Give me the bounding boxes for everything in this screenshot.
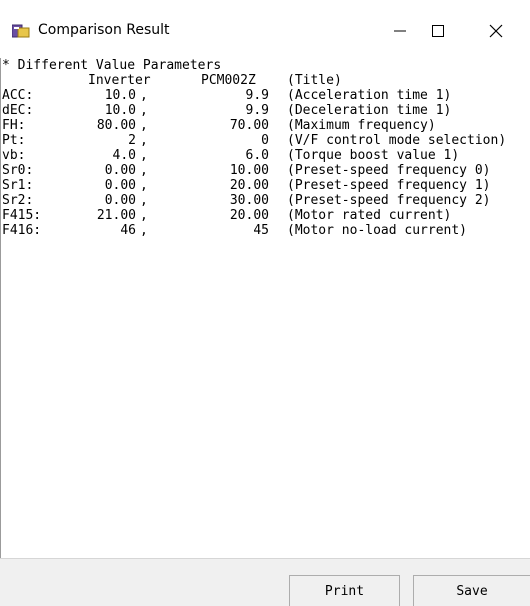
parameter-name: Pt: bbox=[2, 133, 26, 148]
parameter-row: FH: 80.00, 70.00 (Maximum frequency) bbox=[1, 118, 530, 133]
value-separator: , bbox=[140, 148, 148, 163]
parameter-name: ACC: bbox=[2, 88, 34, 103]
parameter-description: (Motor rated current) bbox=[287, 208, 452, 223]
value-separator: , bbox=[140, 103, 148, 118]
value-separator: , bbox=[140, 133, 148, 148]
pcm-value: 6.0 bbox=[245, 148, 269, 163]
pcm-value: 9.9 bbox=[245, 103, 269, 118]
inverter-value: 2 bbox=[128, 133, 136, 148]
result-heading-row: * Different Value Parameters bbox=[1, 58, 530, 73]
pcm-value: 20.00 bbox=[229, 208, 269, 223]
parameter-name: Sr1: bbox=[2, 178, 34, 193]
parameter-row: Sr2: 0.00, 30.00 (Preset-speed frequency 2) bbox=[1, 193, 530, 208]
inverter-value: 21.00 bbox=[96, 208, 136, 223]
parameter-description: (Preset-speed frequency 0) bbox=[287, 163, 491, 178]
inverter-value: 0.00 bbox=[104, 193, 136, 208]
column-header-title: (Title) bbox=[287, 73, 342, 88]
result-heading: * Different Value Parameters bbox=[2, 58, 222, 73]
parameter-name: vb: bbox=[2, 148, 26, 163]
parameter-row: F416: 46, 45 (Motor no-load current) bbox=[1, 223, 530, 238]
parameter-row: Sr0: 0.00, 10.00 (Preset-speed frequency 0) bbox=[1, 163, 530, 178]
value-separator: , bbox=[140, 118, 148, 133]
parameter-name: Sr0: bbox=[2, 163, 34, 178]
parameter-description: (Motor no-load current) bbox=[287, 223, 468, 238]
value-separator: , bbox=[140, 88, 148, 103]
window-title: Comparison Result bbox=[38, 22, 170, 38]
parameter-description: (Acceleration time 1) bbox=[287, 88, 452, 103]
parameter-description: (Preset-speed frequency 2) bbox=[287, 193, 491, 208]
minimize-icon bbox=[394, 30, 406, 32]
parameter-row: Sr1: 0.00, 20.00 (Preset-speed frequency 1) bbox=[1, 178, 530, 193]
close-button[interactable] bbox=[462, 14, 530, 48]
pcm-value: 30.00 bbox=[229, 193, 269, 208]
parameter-row: vb: 4.0, 6.0 (Torque boost value 1) bbox=[1, 148, 530, 163]
comparison-result-window: Comparison Result * Different Value Para… bbox=[0, 0, 530, 606]
value-separator: , bbox=[140, 223, 148, 238]
parameter-description: (Deceleration time 1) bbox=[287, 103, 452, 118]
pcm-value: 20.00 bbox=[229, 178, 269, 193]
close-icon bbox=[489, 24, 503, 38]
pcm-value: 10.00 bbox=[229, 163, 269, 178]
inverter-value: 4.0 bbox=[112, 148, 136, 163]
value-separator: , bbox=[140, 163, 148, 178]
pcm-value: 0 bbox=[261, 133, 269, 148]
value-separator: , bbox=[140, 193, 148, 208]
column-header-inverter: Inverter bbox=[88, 73, 151, 88]
parameter-name: FH: bbox=[2, 118, 26, 133]
column-header-pcm: PCM002Z bbox=[201, 73, 256, 88]
parameter-description: (Maximum frequency) bbox=[287, 118, 436, 133]
print-button[interactable]: Print bbox=[289, 575, 400, 606]
parameter-description: (V/F control mode selection) bbox=[287, 133, 507, 148]
inverter-value: 80.00 bbox=[96, 118, 136, 133]
parameter-name: F416: bbox=[2, 223, 42, 238]
column-header-row: Inverter PCM002Z (Title) bbox=[1, 73, 530, 88]
parameter-name: Sr2: bbox=[2, 193, 34, 208]
parameter-row: Pt: 2, 0 (V/F control mode selection) bbox=[1, 133, 530, 148]
inverter-value: 10.0 bbox=[104, 103, 136, 118]
inverter-value: 46 bbox=[120, 223, 136, 238]
comparison-result-text[interactable]: * Different Value Parameters Inverter PC… bbox=[0, 58, 530, 558]
parameter-name: dEC: bbox=[2, 103, 34, 118]
parameter-name: F415: bbox=[2, 208, 42, 223]
footer-bar: Print Save bbox=[0, 558, 530, 606]
title-bar[interactable]: Comparison Result bbox=[0, 0, 530, 58]
parameter-description: (Preset-speed frequency 1) bbox=[287, 178, 491, 193]
comparison-app-icon bbox=[11, 23, 30, 38]
inverter-value: 0.00 bbox=[104, 178, 136, 193]
inverter-value: 0.00 bbox=[104, 163, 136, 178]
parameter-rows: ACC: 10.0, 9.9 (Acceleration time 1) dEC: 10.… bbox=[1, 88, 530, 238]
maximize-icon bbox=[432, 25, 444, 37]
value-separator: , bbox=[140, 178, 148, 193]
parameter-row: dEC: 10.0, 9.9 (Deceleration time 1) bbox=[1, 103, 530, 118]
value-separator: , bbox=[140, 208, 148, 223]
pcm-value: 70.00 bbox=[229, 118, 269, 133]
parameter-row: F415: 21.00, 20.00 (Motor rated current) bbox=[1, 208, 530, 223]
parameter-row: ACC: 10.0, 9.9 (Acceleration time 1) bbox=[1, 88, 530, 103]
parameter-description: (Torque boost value 1) bbox=[287, 148, 460, 163]
pcm-value: 9.9 bbox=[245, 88, 269, 103]
maximize-button[interactable] bbox=[415, 14, 461, 48]
inverter-value: 10.0 bbox=[104, 88, 136, 103]
pcm-value: 45 bbox=[253, 223, 269, 238]
save-button[interactable]: Save bbox=[413, 575, 530, 606]
